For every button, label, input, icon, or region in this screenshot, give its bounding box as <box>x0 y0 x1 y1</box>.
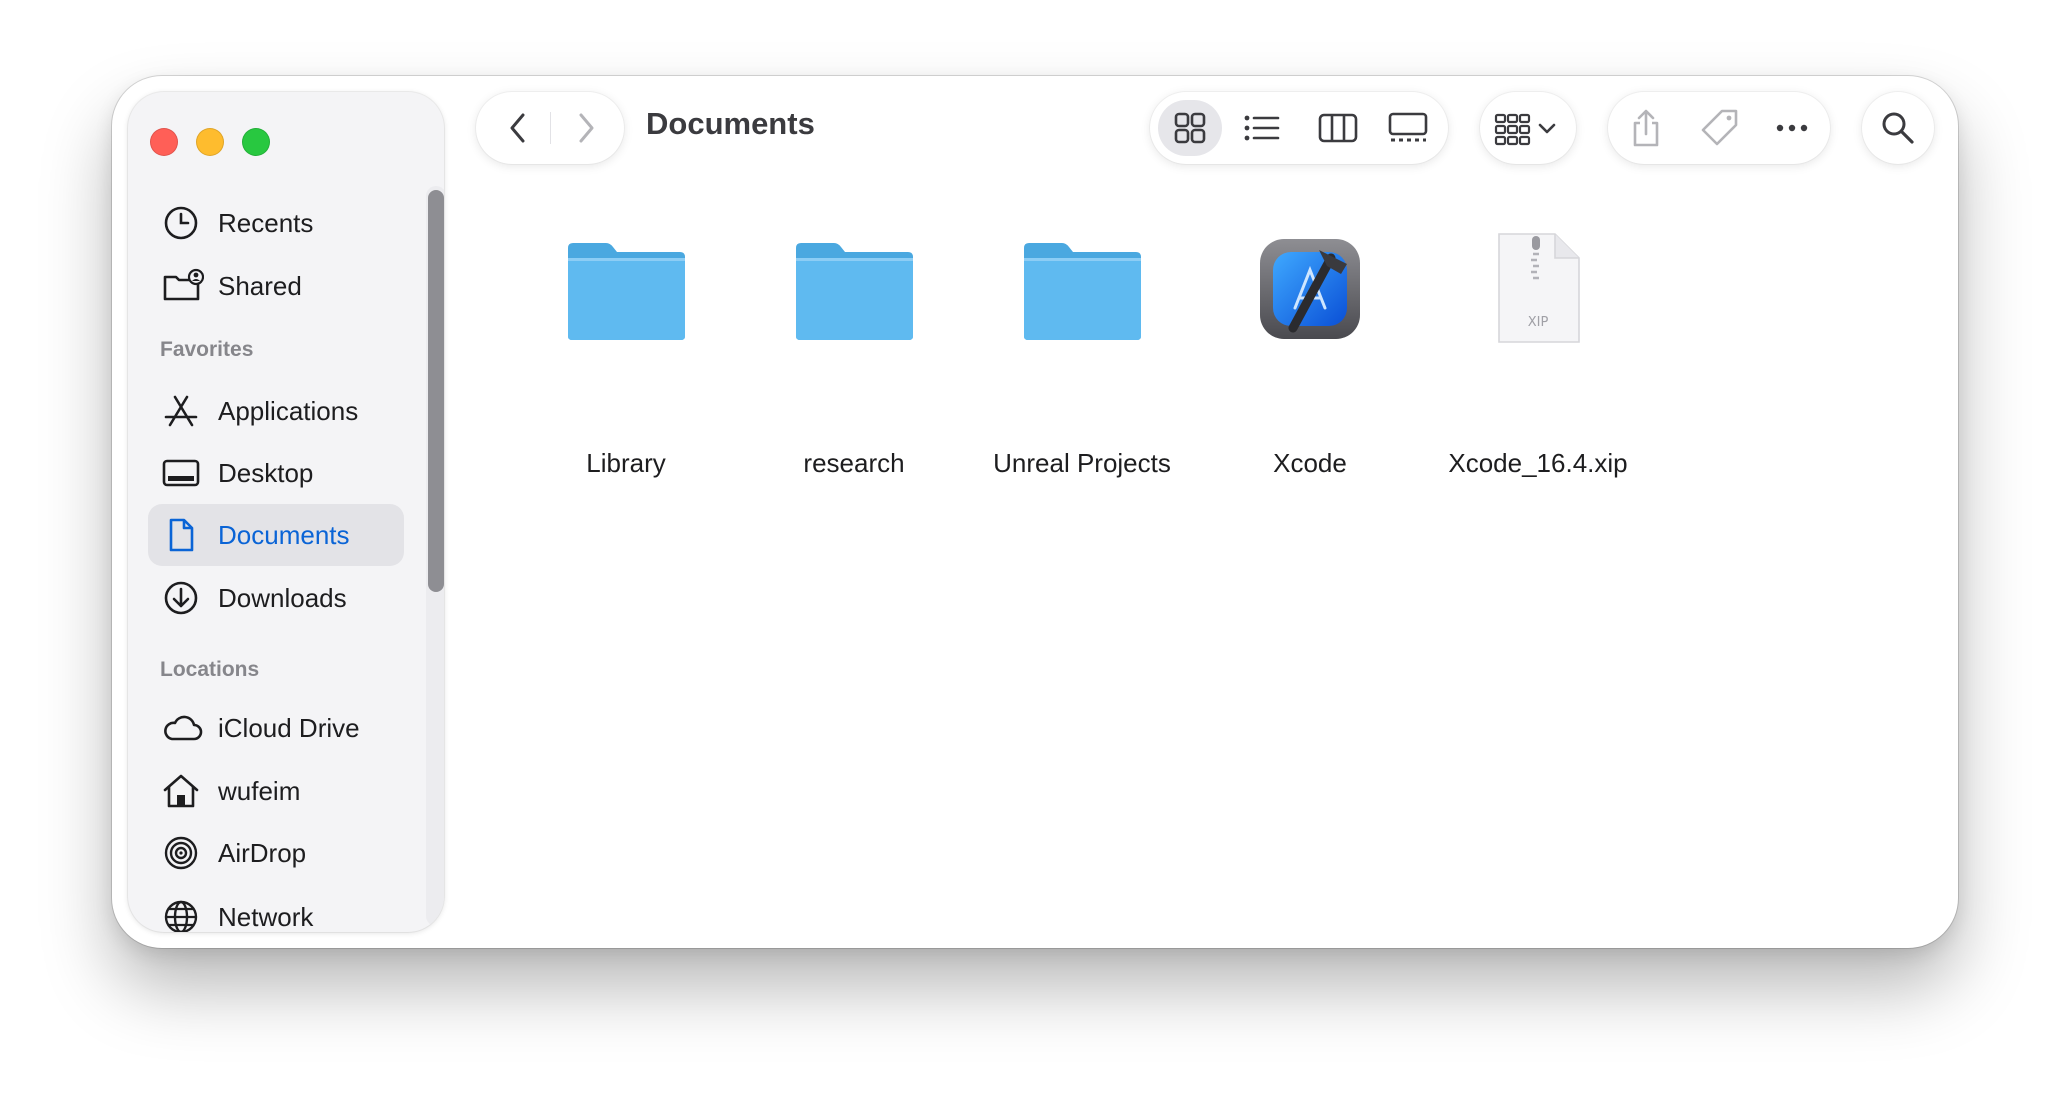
file-name: research <box>803 448 905 478</box>
xcode-app-icon <box>1260 239 1360 339</box>
airdrop-icon <box>164 836 198 870</box>
sidebar-item-label: Recents <box>218 207 314 238</box>
file-item-xcode-xip[interactable]: XIP Xcode_16.4.xip <box>1418 233 1658 478</box>
globe-icon <box>164 900 198 932</box>
close-button[interactable] <box>150 128 178 156</box>
nav-divider <box>550 112 551 144</box>
zoom-button[interactable] <box>242 128 270 156</box>
file-item-unreal-projects[interactable]: Unreal Projects <box>962 234 1202 478</box>
icon-view-button[interactable] <box>1158 100 1222 156</box>
download-icon <box>164 581 198 615</box>
zip-archive-icon: XIP <box>1498 233 1580 343</box>
cloud-icon <box>164 715 203 741</box>
more-button[interactable] <box>1764 100 1820 156</box>
folder-icon <box>796 243 913 340</box>
actions-group <box>1608 92 1830 164</box>
folder-icon <box>568 243 685 340</box>
group-by-button[interactable] <box>1480 92 1576 164</box>
sidebar-scrollbar-thumb[interactable] <box>428 190 444 592</box>
minimize-button[interactable] <box>196 128 224 156</box>
sidebar-item-label: AirDrop <box>218 837 307 868</box>
file-name: Library <box>586 448 666 478</box>
sidebar: Recents Shared Favorites Applications De… <box>128 92 444 932</box>
grid-with-chevron-icon <box>1494 113 1556 146</box>
back-button[interactable] <box>490 100 546 156</box>
tag-icon <box>1701 109 1738 146</box>
desktop-icon <box>162 459 200 487</box>
column-view-button[interactable] <box>1306 100 1370 156</box>
ellipsis-icon <box>1776 124 1808 132</box>
sidebar-item-label: iCloud Drive <box>218 712 360 743</box>
file-name: Xcode <box>1273 448 1347 478</box>
shared-folder-icon <box>163 268 204 301</box>
document-icon <box>169 518 194 552</box>
sidebar-item-downloads[interactable]: Downloads <box>148 567 404 629</box>
list-icon <box>1244 115 1280 141</box>
chevron-right-icon <box>579 113 594 143</box>
file-item-library[interactable]: Library <box>506 234 746 478</box>
window-title: Documents <box>646 106 815 141</box>
xip-badge-label: XIP <box>1528 315 1549 330</box>
sidebar-item-icloud-drive[interactable]: iCloud Drive <box>148 697 404 759</box>
applications-icon <box>164 395 198 427</box>
sidebar-item-shared[interactable]: Shared <box>148 255 404 317</box>
view-mode-selector <box>1150 92 1448 164</box>
share-icon <box>1633 109 1659 147</box>
sidebar-item-airdrop[interactable]: AirDrop <box>148 822 404 884</box>
sidebar-item-label: Desktop <box>218 457 314 488</box>
file-item-research[interactable]: research <box>734 234 974 478</box>
gallery-icon <box>1388 112 1428 142</box>
sidebar-item-label: Network <box>218 901 314 932</box>
file-name: Unreal Projects <box>993 448 1171 478</box>
favorites-header: Favorites <box>160 338 254 361</box>
columns-icon <box>1318 113 1358 143</box>
file-item-xcode[interactable]: Xcode <box>1190 234 1430 478</box>
sidebar-item-applications[interactable]: Applications <box>148 380 404 442</box>
list-view-button[interactable] <box>1230 100 1294 156</box>
sidebar-item-desktop[interactable]: Desktop <box>148 442 404 504</box>
gallery-view-button[interactable] <box>1376 100 1440 156</box>
sidebar-item-label: Documents <box>218 519 350 550</box>
sidebar-item-network[interactable]: Network <box>148 886 404 932</box>
locations-header: Locations <box>160 658 260 681</box>
sidebar-item-label: Applications <box>218 395 359 426</box>
chevron-left-icon <box>510 113 525 143</box>
sidebar-item-recents[interactable]: Recents <box>148 192 404 254</box>
tag-button[interactable] <box>1692 100 1748 156</box>
icon-grid-icon <box>1174 112 1206 144</box>
home-icon <box>163 774 199 808</box>
search-button[interactable] <box>1862 92 1934 164</box>
sidebar-item-label: Shared <box>218 270 302 301</box>
finder-window: Recents Shared Favorites Applications De… <box>112 76 1958 948</box>
file-name: Xcode_16.4.xip <box>1448 448 1628 478</box>
sidebar-item-label: Downloads <box>218 582 347 613</box>
navigation-group <box>476 92 624 164</box>
forward-button[interactable] <box>558 100 614 156</box>
sidebar-item-label: wufeim <box>218 775 301 806</box>
share-button[interactable] <box>1618 100 1674 156</box>
folder-icon <box>1024 243 1141 340</box>
magnifying-glass-icon <box>1882 112 1914 144</box>
sidebar-item-home[interactable]: wufeim <box>148 760 404 822</box>
clock-icon <box>164 206 198 240</box>
sidebar-item-documents[interactable]: Documents <box>148 504 404 566</box>
